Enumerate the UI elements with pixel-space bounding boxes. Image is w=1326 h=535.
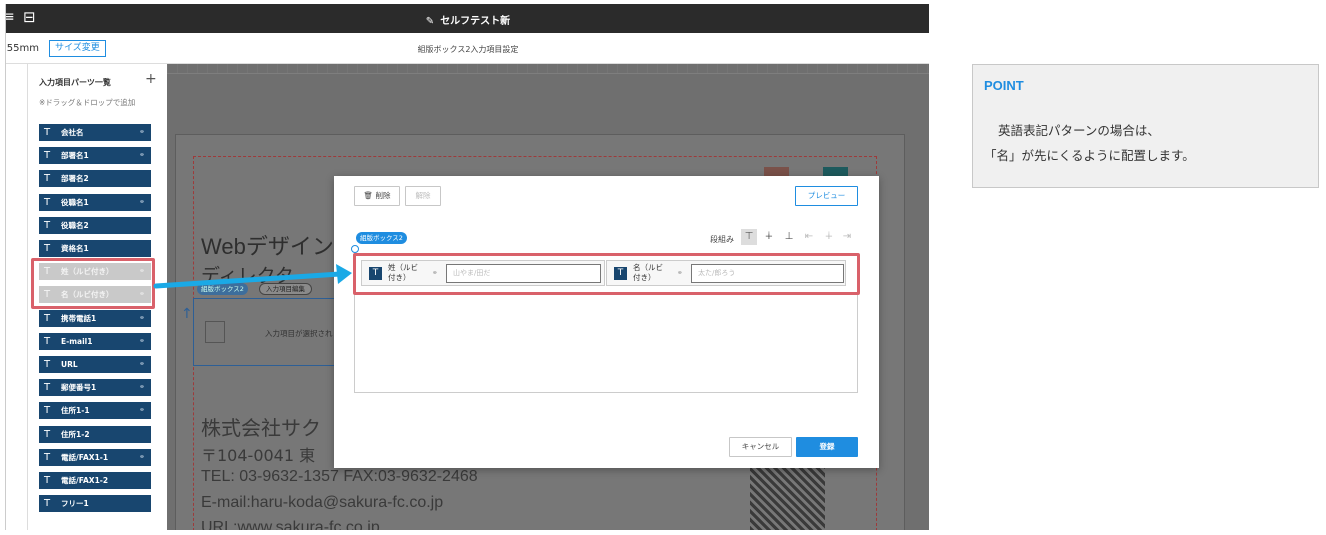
text-type-icon: T: [44, 243, 51, 254]
text-type-icon: T: [44, 359, 51, 370]
qr-code: [750, 465, 825, 530]
part-item[interactable]: T 携帯電話1 ⚭: [39, 309, 151, 327]
parts-heading: 入力項目パーツ一覧: [39, 78, 111, 87]
card-address: 〒104-0041 東: [201, 446, 316, 465]
part-item[interactable]: T 電話/FAX1-2: [39, 472, 151, 489]
part-label: E-mail1: [61, 336, 93, 346]
text-type-icon: T: [44, 127, 51, 138]
part-label: 部署名1: [61, 151, 89, 161]
part-label: 電話/FAX1-1: [61, 452, 109, 462]
card-company: 株式会社サク: [201, 416, 321, 440]
part-label: 部署名2: [61, 174, 89, 184]
add-part-button[interactable]: +: [145, 71, 157, 87]
part-label: 役職名1: [61, 197, 89, 207]
sub-bar: l55mm サイズ変更 組版ボックス2入力項目設定: [6, 33, 929, 64]
delete-button[interactable]: 🗑 削除: [354, 186, 400, 206]
link-icon: ⚭: [139, 383, 145, 392]
text-type-icon: T: [44, 219, 51, 231]
settings-title: 組版ボックス2入力項目設定: [417, 45, 519, 54]
part-item[interactable]: T URL ⚭: [39, 356, 151, 373]
align-top-icon[interactable]: ⊤: [741, 229, 757, 245]
box-anchor-dot: [351, 245, 359, 253]
delete-label: 削除: [375, 191, 391, 200]
point-callout: POINT 英語表記パターンの場合は、 「名」が先にくるように配置します。: [972, 64, 1319, 188]
text-type-icon: T: [44, 405, 51, 417]
text-type-icon: T: [44, 498, 51, 510]
text-type-icon: T: [44, 196, 51, 208]
part-item[interactable]: T 会社名 ⚭: [39, 124, 151, 141]
align-left-icon[interactable]: ⇤: [801, 229, 817, 245]
part-label: 資格名1: [61, 244, 89, 253]
columns-label: 段組み: [710, 235, 734, 244]
part-item[interactable]: T 役職名2: [39, 216, 151, 234]
part-item[interactable]: T E-mail1 ⚭: [39, 332, 151, 350]
part-label: 携帯電話1: [61, 313, 97, 323]
text-type-icon: T: [44, 312, 51, 324]
text-type-icon: T: [44, 150, 51, 162]
top-bar: ≡ ⊟ ✎セルフテスト新: [6, 4, 929, 33]
box-tag: 組版ボックス2: [356, 232, 407, 244]
part-item[interactable]: T 役職名1 ⚭: [39, 193, 151, 211]
link-icon: ⚭: [139, 452, 145, 461]
box-placeholder-text: 入力項目が選択され: [265, 329, 333, 338]
link-icon: ⚭: [139, 197, 145, 206]
text-type-icon: T: [44, 428, 51, 440]
document-title: ✎ セルフテスト新: [6, 12, 929, 27]
cancel-button[interactable]: キャンセル: [729, 437, 792, 457]
field-settings-modal: 🗑 削除 解除 プレビュー 組版ボックス2 段組み ⊤ ∔ ⊥ ⇤ ∔ ⇥ T …: [334, 176, 879, 468]
trash-icon: 🗑: [363, 191, 374, 200]
point-title: POINT: [984, 78, 1024, 93]
card-url: URL:www.sakura-fc.co.jp: [201, 519, 380, 530]
part-item[interactable]: T フリー1: [39, 495, 151, 513]
part-item[interactable]: T 住所1-2: [39, 425, 151, 443]
align-center-icon[interactable]: ∔: [821, 229, 837, 245]
part-item[interactable]: T 部署名1 ⚭: [39, 147, 151, 165]
part-label: 会社名: [61, 128, 84, 137]
part-label: 住所1-2: [61, 429, 90, 439]
point-line2: 「名」が先にくるように配置します。: [984, 148, 1195, 163]
left-tool-strip: [6, 64, 28, 530]
part-item[interactable]: T 資格名1: [39, 240, 151, 257]
part-label: 住所1-1: [61, 406, 90, 416]
part-label: URL: [61, 360, 78, 369]
preview-button[interactable]: プレビュー: [795, 186, 858, 206]
part-label: 郵便番号1: [61, 383, 97, 393]
release-button[interactable]: 解除: [405, 186, 441, 206]
part-label: フリー1: [61, 499, 89, 509]
card-tel: TEL: 03-9632-1357 FAX:03-9632-2468: [201, 468, 478, 485]
text-type-icon: T: [44, 475, 51, 486]
placeholder-icon: [205, 321, 225, 343]
document-title-text: セルフテスト新: [440, 16, 511, 27]
callout-arrow: [153, 264, 352, 289]
part-item[interactable]: T 住所1-1 ⚭: [39, 402, 151, 420]
align-middle-icon[interactable]: ∔: [761, 229, 777, 245]
highlight-sidebar-parts: [31, 258, 155, 309]
part-item[interactable]: T 郵便番号1 ⚭: [39, 379, 151, 397]
text-type-icon: T: [44, 451, 51, 463]
highlight-modal-fields: [353, 253, 860, 295]
register-button[interactable]: 登録: [796, 437, 858, 457]
pen-icon[interactable]: ✎: [426, 16, 434, 27]
point-body: 英語表記パターンの場合は、 「名」が先にくるように配置します。: [984, 118, 1195, 168]
link-icon: ⚭: [139, 313, 145, 322]
link-icon: ⚭: [139, 128, 145, 136]
link-icon: ⚭: [139, 360, 145, 368]
text-type-icon: T: [44, 382, 51, 394]
point-line1: 英語表記パターンの場合は、: [998, 123, 1160, 138]
up-arrow-icon: ↑: [181, 306, 193, 322]
part-label: 役職名2: [61, 220, 89, 230]
card-mail: E-mail:haru-koda@sakura-fc.co.jp: [201, 494, 444, 511]
ruler: [167, 64, 929, 74]
link-icon: ⚭: [139, 406, 145, 415]
part-item[interactable]: T 部署名2: [39, 170, 151, 188]
part-label: 電話/FAX1-2: [61, 476, 109, 485]
part-item[interactable]: T 電話/FAX1-1 ⚭: [39, 448, 151, 466]
drag-drop-note: ※ドラッグ＆ドロップで追加: [39, 98, 136, 107]
text-type-icon: T: [44, 335, 51, 347]
align-bottom-icon[interactable]: ⊥: [781, 229, 797, 245]
link-icon: ⚭: [139, 336, 145, 345]
text-type-icon: T: [44, 173, 51, 185]
align-right-icon[interactable]: ⇥: [839, 229, 855, 245]
link-icon: ⚭: [139, 151, 145, 160]
